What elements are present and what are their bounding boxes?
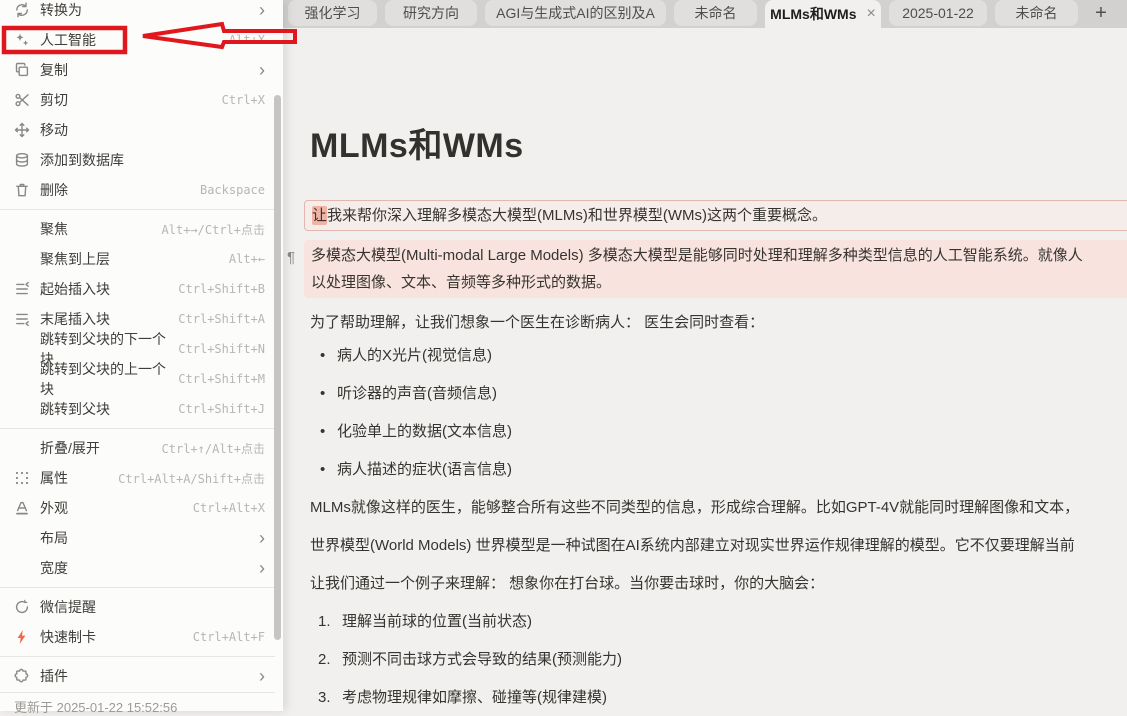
menu-item-move[interactable]: 移动 — [0, 115, 275, 145]
tab-agi-vs-genai[interactable]: AGI与生成式AI的区别及A — [485, 0, 666, 26]
menu-separator — [0, 428, 275, 429]
bullet-icon: • — [283, 384, 337, 404]
bullet-item[interactable]: •听诊器的声音(音频信息) — [283, 384, 1127, 404]
menu-item-ai[interactable]: 人工智能Alt+X — [0, 25, 275, 55]
menu-separator — [0, 656, 275, 657]
menu-item-width[interactable]: 宽度› — [0, 553, 275, 583]
tab-untitled-1[interactable]: 未命名 — [674, 0, 757, 26]
paragraph-marker-icon: ¶ — [287, 244, 295, 271]
tab-research-direction[interactable]: 研究方向 — [385, 0, 477, 26]
ai-sparkles-icon — [14, 32, 30, 48]
block-context-menu: 转换为› 人工智能Alt+X 复制› 剪切Ctrl+X 移动 添加到数据库 删除… — [0, 0, 283, 711]
menu-item-convert[interactable]: 转换为› — [0, 0, 275, 25]
menu-item-plugins[interactable]: 插件› — [0, 661, 275, 691]
numbered-item[interactable]: 3.考虑物理规律如摩擦、碰撞等(规律建模) — [283, 688, 1127, 708]
insert-end-icon — [14, 311, 30, 327]
numbered-text: 理解当前球的位置(当前状态) — [342, 612, 532, 632]
close-tab-icon[interactable]: × — [867, 6, 876, 22]
list-number: 1. — [283, 612, 342, 632]
numbered-text: 预测不同击球方式会导致的结果(预测能力) — [342, 650, 622, 670]
list-number: 2. — [283, 650, 342, 670]
paragraph[interactable]: 世界模型(World Models) 世界模型是一种试图在AI系统内部建立对现实… — [310, 536, 1127, 556]
attrs-icon — [14, 470, 30, 486]
convert-icon — [14, 2, 30, 18]
tab-label: 研究方向 — [403, 3, 459, 23]
tab-mlms-wms-active[interactable]: MLMs和WMs × — [765, 0, 881, 28]
paragraph-text: 以处理图像、文本、音频等多种形式的数据。 — [311, 269, 1124, 296]
chevron-right-icon: › — [259, 61, 265, 79]
page-title[interactable]: MLMs和WMs — [310, 124, 524, 168]
move-icon — [14, 122, 30, 138]
tab-untitled-2[interactable]: 未命名 — [995, 0, 1078, 26]
menu-item-appearance[interactable]: 外观Ctrl+Alt+X — [0, 493, 275, 523]
tab-label: 强化学习 — [305, 3, 361, 23]
wechat-reminder-icon — [14, 599, 30, 615]
tab-2025-01-22[interactable]: 2025-01-22 — [889, 0, 987, 26]
menu-list: 转换为› 人工智能Alt+X 复制› 剪切Ctrl+X 移动 添加到数据库 删除… — [0, 0, 275, 716]
updated-timestamp: 更新于 2025-01-22 15:52:56 — [0, 694, 275, 716]
menu-item-copy[interactable]: 复制› — [0, 55, 275, 85]
bullet-text: 听诊器的声音(音频信息) — [337, 384, 497, 404]
numbered-text: 考虑物理规律如摩擦、碰撞等(规律建模) — [342, 688, 607, 708]
paragraph-text: 多模态大模型(Multi-modal Large Models) 多模态大模型是… — [311, 242, 1124, 269]
highlighted-char: 让 — [312, 206, 327, 225]
menu-item-delete[interactable]: 删除Backspace — [0, 175, 275, 205]
chevron-right-icon: › — [259, 529, 265, 547]
menu-item-layout[interactable]: 布局› — [0, 523, 275, 553]
menu-separator — [0, 209, 275, 210]
menu-separator — [0, 692, 275, 693]
menu-item-wechat-reminder[interactable]: 微信提醒 — [0, 592, 275, 622]
numbered-item[interactable]: 2.预测不同击球方式会导致的结果(预测能力) — [283, 650, 1127, 670]
paragraph[interactable]: 让我们通过一个例子来理解： 想象你在打台球。当你要击球时，你的大脑会： — [310, 574, 1127, 594]
menu-scrollbar[interactable] — [274, 95, 281, 640]
chevron-right-icon: › — [259, 667, 265, 685]
plugin-icon — [14, 668, 30, 684]
copy-icon — [14, 62, 30, 78]
scissors-icon — [14, 92, 30, 108]
menu-item-focus-parent[interactable]: 聚焦到上层Alt+← — [0, 244, 275, 274]
bullet-text: 病人描述的症状(语言信息) — [337, 460, 512, 480]
tab-bar: 强化学习 研究方向 AGI与生成式AI的区别及A 未命名 MLMs和WMs × 2… — [283, 0, 1127, 28]
editor-area[interactable]: MLMs和WMs 让我来帮你深入理解多模态大模型(MLMs)和世界模型(WMs)… — [283, 28, 1127, 711]
bullet-icon: • — [283, 422, 337, 442]
bullet-icon: • — [283, 460, 337, 480]
bullet-item[interactable]: •化验单上的数据(文本信息) — [283, 422, 1127, 442]
tab-reinforcement-learning[interactable]: 强化学习 — [288, 0, 377, 26]
selected-paragraph-block[interactable]: 多模态大模型(Multi-modal Large Models) 多模态大模型是… — [304, 240, 1127, 298]
app-window: 强化学习 研究方向 AGI与生成式AI的区别及A 未命名 MLMs和WMs × 2… — [0, 0, 1127, 711]
tab-label: MLMs和WMs — [770, 4, 856, 24]
bullet-item[interactable]: •病人的X光片(视觉信息) — [283, 346, 1127, 366]
quick-card-icon — [14, 629, 30, 645]
menu-item-focus[interactable]: 聚焦Alt+→/Ctrl+点击 — [0, 214, 275, 244]
tab-label: 未命名 — [695, 3, 737, 23]
numbered-item[interactable]: 1.理解当前球的位置(当前状态) — [283, 612, 1127, 632]
list-number: 3. — [283, 688, 342, 708]
appearance-icon — [14, 500, 30, 516]
menu-item-jump-prev-block[interactable]: 跳转到父块的上一个块Ctrl+Shift+M — [0, 364, 275, 394]
chevron-right-icon: › — [259, 1, 265, 19]
tab-label: 2025-01-22 — [902, 5, 974, 21]
menu-item-add-to-database[interactable]: 添加到数据库 — [0, 145, 275, 175]
bullet-icon: • — [283, 346, 337, 366]
trash-icon — [14, 182, 30, 198]
tab-label: AGI与生成式AI的区别及A — [496, 3, 655, 23]
menu-item-cut[interactable]: 剪切Ctrl+X — [0, 85, 275, 115]
menu-item-quick-card[interactable]: 快速制卡Ctrl+Alt+F — [0, 622, 275, 652]
tab-label: 未命名 — [1016, 3, 1058, 23]
paragraph-block-cursor[interactable]: 让我来帮你深入理解多模态大模型(MLMs)和世界模型(WMs)这两个重要概念。 — [304, 200, 1127, 231]
new-tab-button[interactable]: + — [1086, 0, 1116, 26]
menu-item-insert-before[interactable]: 起始插入块Ctrl+Shift+B — [0, 274, 275, 304]
insert-start-icon — [14, 281, 30, 297]
menu-item-attributes[interactable]: 属性Ctrl+Alt+A/Shift+点击 — [0, 463, 275, 493]
bullet-item[interactable]: •病人描述的症状(语言信息) — [283, 460, 1127, 480]
database-icon — [14, 152, 30, 168]
bullet-text: 病人的X光片(视觉信息) — [337, 346, 492, 366]
chevron-right-icon: › — [259, 559, 265, 577]
menu-item-fold-unfold[interactable]: 折叠/展开Ctrl+↑/Alt+点击 — [0, 433, 275, 463]
menu-separator — [0, 587, 275, 588]
paragraph[interactable]: 为了帮助理解，让我们想象一个医生在诊断病人： 医生会同时查看： — [310, 313, 1127, 333]
paragraph[interactable]: MLMs就像这样的医生，能够整合所有这些不同类型的信息，形成综合理解。比如GPT… — [310, 498, 1127, 518]
paragraph-text: 我来帮你深入理解多模态大模型(MLMs)和世界模型(WMs)这两个重要概念。 — [327, 207, 827, 224]
bullet-text: 化验单上的数据(文本信息) — [337, 422, 512, 442]
